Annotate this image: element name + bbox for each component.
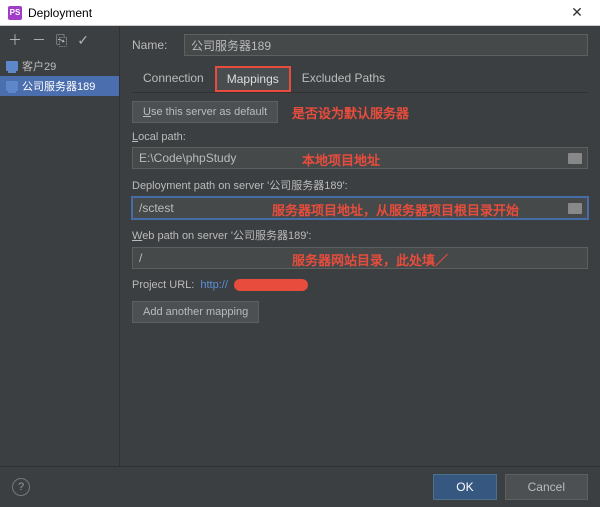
- deploy-path-input[interactable]: [132, 197, 588, 219]
- sidebar: ＋ － ⎘ ✓ 客户29 公司服务器189: [0, 26, 120, 466]
- folder-icon[interactable]: [568, 153, 582, 164]
- deploy-path-label: Deployment path on server '公司服务器189':: [132, 177, 588, 193]
- tree-item[interactable]: 公司服务器189: [0, 76, 119, 96]
- project-url-link[interactable]: http://: [200, 279, 228, 291]
- remove-icon[interactable]: －: [32, 30, 46, 50]
- tree-item[interactable]: 客户29: [0, 56, 119, 76]
- web-path-input[interactable]: [132, 247, 588, 269]
- add-mapping-button[interactable]: Add another mapping: [132, 301, 259, 323]
- help-icon[interactable]: ?: [12, 478, 30, 496]
- footer: ? OK Cancel: [0, 466, 600, 506]
- tab-excluded[interactable]: Excluded Paths: [291, 66, 396, 92]
- web-path-label: Web path on server '公司服务器189':: [132, 227, 588, 243]
- local-path-input[interactable]: [132, 147, 588, 169]
- add-icon[interactable]: ＋: [8, 30, 22, 50]
- annotation: 是否设为默认服务器: [292, 103, 409, 122]
- tree-item-label: 公司服务器189: [22, 78, 95, 94]
- tree-item-label: 客户29: [22, 58, 56, 74]
- app-icon: PS: [8, 6, 22, 20]
- sidebar-toolbar: ＋ － ⎘ ✓: [0, 26, 119, 54]
- name-label: Name:: [132, 38, 176, 52]
- use-default-button[interactable]: UUse this server as defaultse this serve…: [132, 101, 278, 123]
- cancel-button[interactable]: Cancel: [505, 474, 588, 500]
- server-icon: [6, 81, 18, 91]
- folder-icon[interactable]: [568, 203, 582, 214]
- project-url-label: Project URL:: [132, 279, 194, 291]
- name-input[interactable]: [184, 34, 588, 56]
- local-path-label: Local path:: [132, 131, 588, 143]
- close-icon[interactable]: ✕: [562, 0, 592, 26]
- ok-button[interactable]: OK: [433, 474, 496, 500]
- redacted-block: [234, 279, 308, 291]
- tab-connection[interactable]: Connection: [132, 66, 215, 92]
- content-panel: Name: Connection Mappings Excluded Paths…: [120, 26, 600, 466]
- server-icon: [6, 61, 18, 71]
- check-icon[interactable]: ✓: [77, 32, 89, 49]
- server-tree: 客户29 公司服务器189: [0, 54, 119, 98]
- tabs: Connection Mappings Excluded Paths: [132, 66, 588, 93]
- window-title: Deployment: [28, 6, 92, 20]
- titlebar: PS Deployment ✕: [0, 0, 600, 26]
- copy-icon[interactable]: ⎘: [56, 32, 67, 49]
- tab-mappings[interactable]: Mappings: [215, 66, 291, 92]
